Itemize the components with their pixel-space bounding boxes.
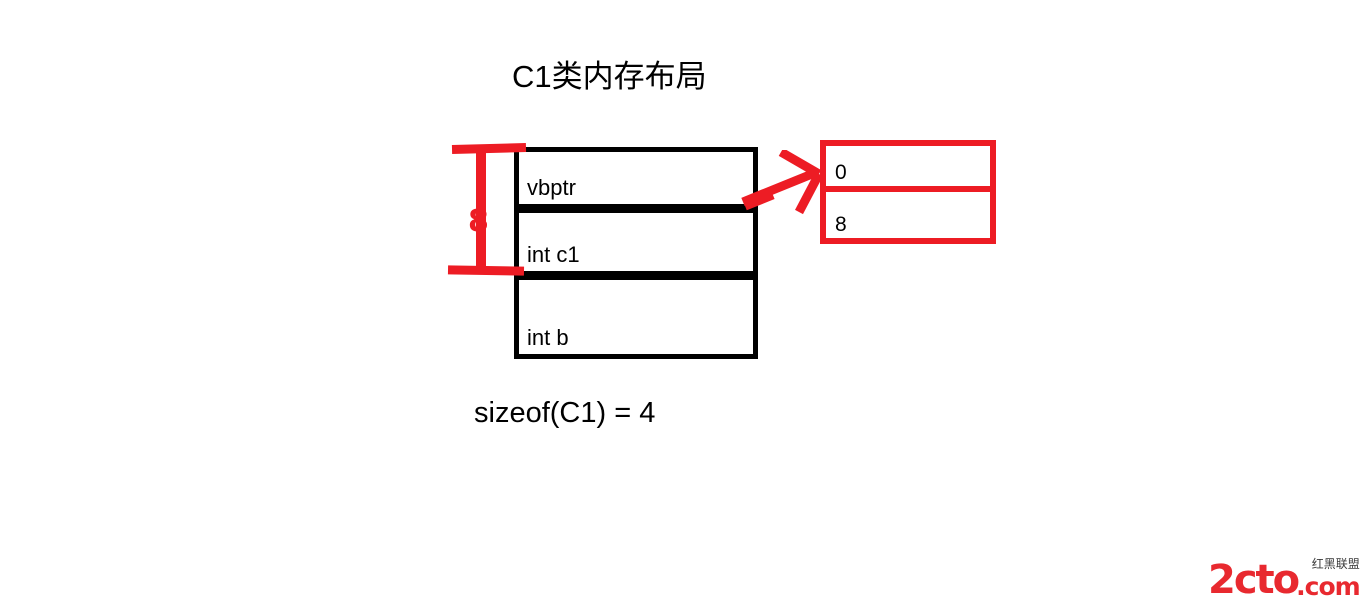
vbtable: 0 8 — [820, 140, 996, 244]
watermark-brand: 2cto — [1208, 557, 1300, 603]
vbtable-row: 8 — [826, 192, 990, 238]
watermark-domain-suffix: .com — [1296, 572, 1360, 601]
memory-slot-label: vbptr — [527, 175, 576, 200]
vbtable-entry-value: 0 — [835, 161, 847, 184]
memory-slot-label: int c1 — [527, 242, 580, 267]
sizeof-caption: sizeof(C1) = 4 — [474, 397, 656, 429]
vbtable-row: 0 — [826, 146, 990, 192]
vbtable-entry-value: 8 — [835, 213, 847, 236]
page-title: C1类内存布局 — [512, 59, 707, 94]
memory-slot-vbptr: vbptr — [514, 147, 758, 209]
memory-slot-int-c1: int c1 — [514, 208, 758, 276]
watermark: 2cto .com 红黑联盟 — [1208, 557, 1360, 603]
memory-slot-int-b: int b — [514, 275, 758, 359]
size-brace-value: 8 — [468, 204, 489, 239]
watermark-chinese-label: 红黑联盟 — [1311, 557, 1360, 571]
size-brace-top-cap — [451, 143, 527, 154]
memory-slot-label: int b — [527, 325, 569, 350]
size-brace-bottom-cap — [447, 265, 525, 276]
diagram-canvas: C1类内存布局 vbptr int c1 int b 8 0 8 sizeof(… — [0, 0, 1360, 605]
